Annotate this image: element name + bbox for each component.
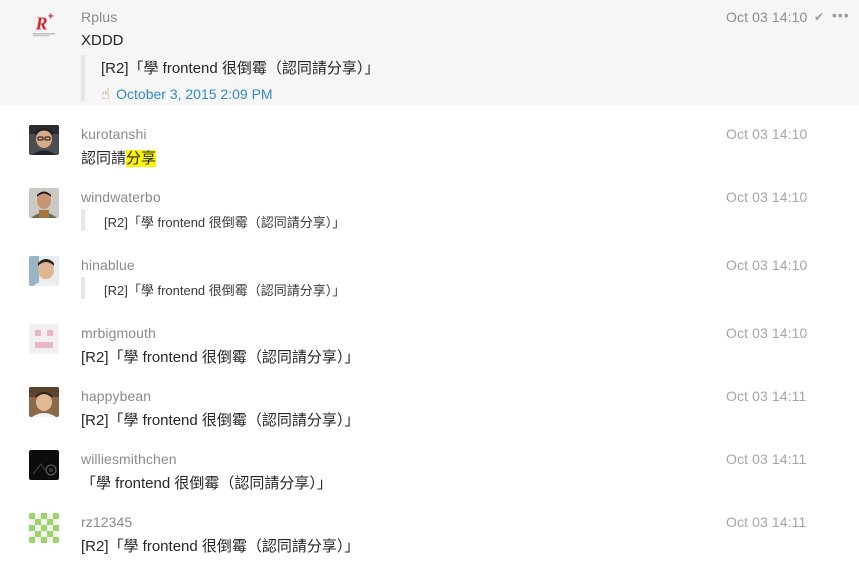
quote-text: [R2]「學 frontend 很倒霉（認同請分享）」 bbox=[104, 283, 346, 298]
user-photo-icon bbox=[29, 125, 59, 155]
avatar[interactable]: R + bbox=[29, 10, 61, 42]
timestamp: Oct 03 14:10 bbox=[726, 325, 808, 341]
identicon-icon bbox=[29, 513, 59, 543]
chat-message-list: R + Rplus Oct 03 14:10 ✔ ••• XDDD [R2]「學… bbox=[0, 0, 859, 571]
user-photo-icon bbox=[29, 188, 59, 218]
more-options-icon[interactable]: ••• bbox=[832, 7, 850, 23]
user-photo-icon bbox=[29, 387, 59, 417]
check-icon: ✔ bbox=[814, 10, 825, 24]
quote-text: [R2]「學 frontend 很倒霉（認同請分享）」 bbox=[104, 215, 346, 230]
user-photo-icon bbox=[29, 256, 59, 286]
username[interactable]: mrbigmouth bbox=[81, 325, 156, 341]
timestamp: Oct 03 14:10 bbox=[726, 126, 808, 142]
username[interactable]: hinablue bbox=[81, 257, 135, 273]
svg-text:+: + bbox=[48, 11, 54, 22]
message-text: [R2]「學 frontend 很倒霉（認同請分享）」 bbox=[81, 412, 360, 429]
message-item[interactable]: hinablue Oct 03 14:10 [R2]「學 frontend 很倒… bbox=[0, 249, 859, 307]
svg-text:R: R bbox=[35, 14, 48, 34]
identicon-icon bbox=[29, 324, 59, 354]
username[interactable]: rz12345 bbox=[81, 514, 132, 530]
avatar[interactable] bbox=[29, 324, 59, 354]
quoted-message: [R2]「學 frontend 很倒霉（認同請分享）」 bbox=[81, 277, 345, 299]
message-text: 認同請分享 bbox=[81, 147, 157, 168]
quoted-message: [R2]「學 frontend 很倒霉（認同請分享）」 ☝ October 3,… bbox=[81, 55, 380, 103]
username[interactable]: kurotanshi bbox=[81, 126, 147, 142]
timestamp: Oct 03 14:10 bbox=[726, 9, 808, 25]
username[interactable]: williesmithchen bbox=[81, 451, 177, 467]
message-item[interactable]: kurotanshi Oct 03 14:10 認同請分享 bbox=[0, 118, 859, 170]
message-text: 「學 frontend 很倒霉（認同請分享）」 bbox=[81, 475, 332, 492]
quote-permalink[interactable]: ☝ October 3, 2015 2:09 PM bbox=[101, 85, 379, 103]
avatar[interactable] bbox=[29, 125, 59, 155]
user-photo-icon bbox=[29, 450, 59, 480]
timestamp: Oct 03 14:10 bbox=[726, 257, 808, 273]
quote-text: [R2]「學 frontend 很倒霉（認同請分享）」 bbox=[101, 60, 380, 77]
username[interactable]: happybean bbox=[81, 388, 151, 404]
message-item[interactable]: williesmithchen Oct 03 14:11 「學 frontend… bbox=[0, 443, 859, 495]
message-item[interactable]: R + Rplus Oct 03 14:10 ✔ ••• XDDD [R2]「學… bbox=[0, 0, 859, 105]
avatar[interactable] bbox=[29, 256, 59, 286]
quote-link-text[interactable]: October 3, 2015 2:09 PM bbox=[116, 86, 272, 102]
rplus-logo-icon: R + bbox=[29, 10, 59, 40]
timestamp: Oct 03 14:11 bbox=[726, 451, 807, 467]
avatar[interactable] bbox=[29, 188, 59, 218]
avatar[interactable] bbox=[29, 387, 59, 417]
message-text-plain: 認同請 bbox=[81, 150, 127, 167]
timestamp: Oct 03 14:10 bbox=[726, 189, 808, 205]
avatar[interactable] bbox=[29, 513, 59, 543]
message-text: XDDD bbox=[81, 32, 124, 49]
message-item[interactable]: happybean Oct 03 14:11 [R2]「學 frontend 很… bbox=[0, 380, 859, 432]
message-item[interactable]: rz12345 Oct 03 14:11 [R2]「學 frontend 很倒霉… bbox=[0, 506, 859, 562]
message-text: [R2]「學 frontend 很倒霉（認同請分享）」 bbox=[81, 538, 360, 555]
username[interactable]: Rplus bbox=[81, 9, 117, 25]
message-item[interactable]: windwaterbo Oct 03 14:10 [R2]「學 frontend… bbox=[0, 181, 859, 239]
quoted-message: [R2]「學 frontend 很倒霉（認同請分享）」 bbox=[81, 209, 345, 231]
pointing-finger-icon: ☝ bbox=[101, 86, 111, 103]
message-item[interactable]: mrbigmouth Oct 03 14:10 [R2]「學 frontend … bbox=[0, 317, 859, 369]
timestamp: Oct 03 14:11 bbox=[726, 388, 807, 404]
timestamp: Oct 03 14:11 bbox=[726, 514, 807, 530]
message-text-highlight: 分享 bbox=[126, 150, 157, 167]
avatar[interactable] bbox=[29, 450, 59, 480]
message-text: [R2]「學 frontend 很倒霉（認同請分享）」 bbox=[81, 349, 360, 366]
username[interactable]: windwaterbo bbox=[81, 189, 161, 205]
